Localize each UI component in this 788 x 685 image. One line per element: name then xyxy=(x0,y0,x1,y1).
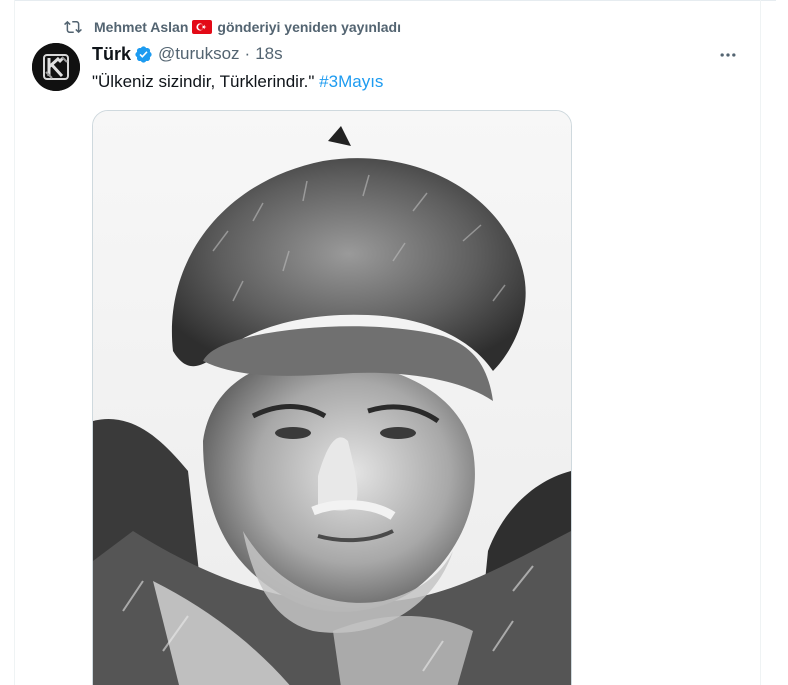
hashtag-link[interactable]: #3Mayıs xyxy=(319,72,383,91)
author-handle[interactable]: @turuksoz xyxy=(158,44,240,64)
top-divider xyxy=(14,0,776,1)
header-separator: · xyxy=(244,44,251,63)
more-horizontal-icon xyxy=(720,53,736,57)
tweet-header: Türk @turuksoz · 18s xyxy=(92,42,283,66)
retweet-action-text: gönderiyi yeniden yayınladı xyxy=(217,19,401,35)
avatar[interactable] xyxy=(32,43,80,91)
portrait-photo xyxy=(93,111,571,685)
emblem-logo xyxy=(32,43,80,91)
retweeter-name[interactable]: Mehmet Aslan xyxy=(94,19,188,35)
verified-badge-icon[interactable] xyxy=(134,45,153,64)
tweet-text: "Ülkeniz sizindir, Türklerindir." #3Mayı… xyxy=(92,72,383,92)
turkey-flag-icon xyxy=(192,20,213,34)
retweet-icon xyxy=(64,18,82,36)
tweet-page: Mehmet Aslan gönderiyi yeniden yayınladı… xyxy=(0,0,788,685)
tweet-media-photo[interactable] xyxy=(92,110,572,685)
more-options-button[interactable] xyxy=(710,40,746,70)
author-display-name[interactable]: Türk xyxy=(92,44,131,65)
tweet-body-text: "Ülkeniz sizindir, Türklerindir." xyxy=(92,72,315,91)
retweet-context[interactable]: Mehmet Aslan gönderiyi yeniden yayınladı xyxy=(64,16,401,38)
timeline-left-border xyxy=(14,0,15,685)
tweet-timestamp[interactable]: 18s xyxy=(255,44,282,64)
timeline-right-border xyxy=(760,0,761,685)
